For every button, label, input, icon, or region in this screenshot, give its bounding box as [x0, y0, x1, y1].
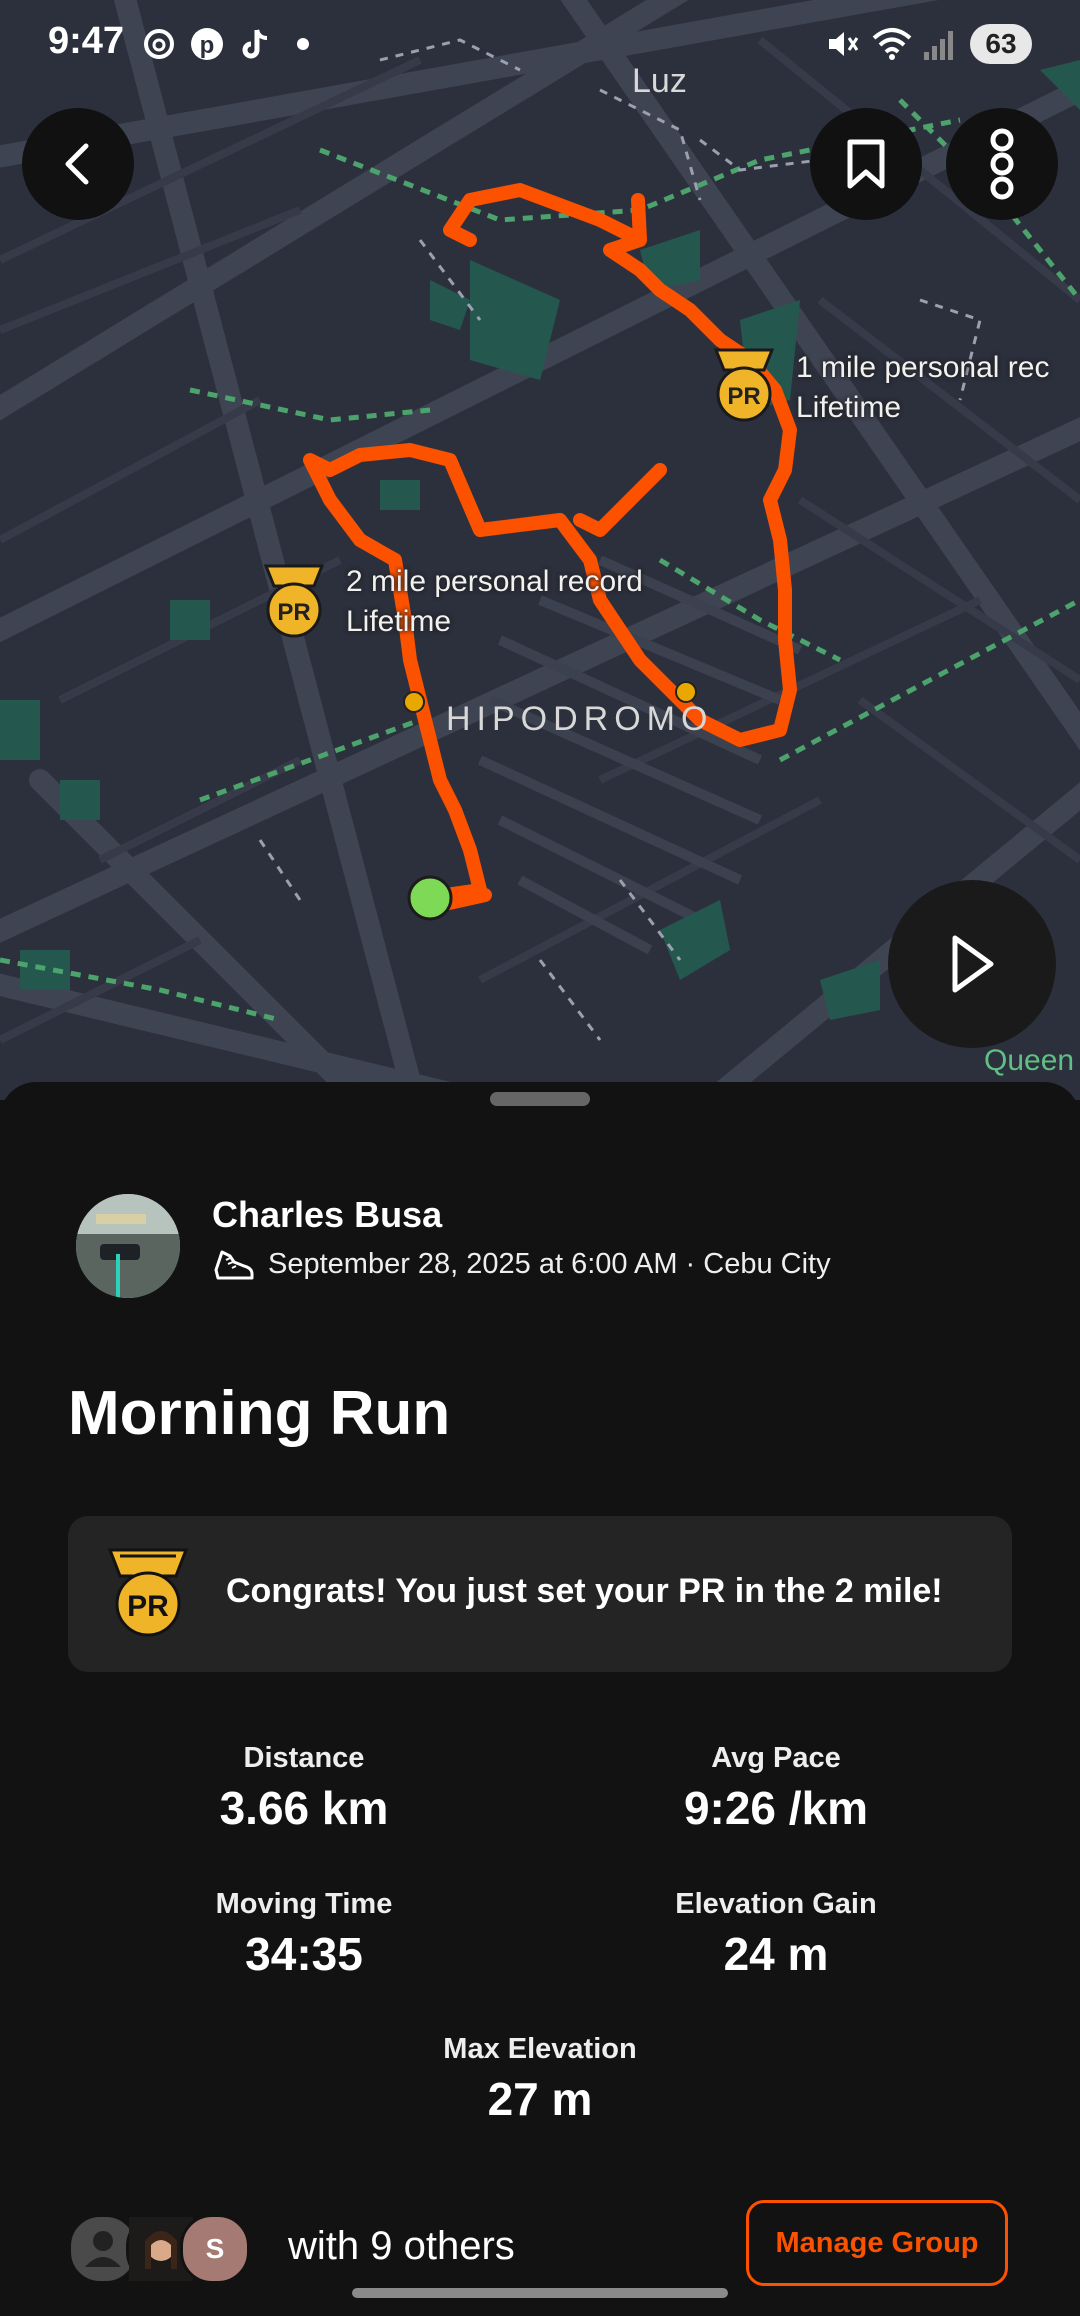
status-time: 9:47 — [48, 20, 125, 62]
stat-avg-pace: Avg Pace 9:26 /km — [576, 1742, 976, 1835]
athlete-avatar[interactable] — [76, 1194, 180, 1298]
activity-details-sheet: Charles Busa September 28, 2025 at 6:00 … — [0, 1082, 1080, 2316]
threads-icon — [140, 26, 178, 64]
svg-text:p: p — [200, 32, 215, 59]
pr-marker-title: 1 mile personal rec — [796, 351, 1050, 384]
stat-elevation-gain: Elevation Gain 24 m — [576, 1888, 976, 1981]
tiktok-icon — [236, 26, 274, 64]
pr-congrats-card[interactable]: PR Congrats! You just set your PR in the… — [68, 1516, 1012, 1672]
group-with-others[interactable]: with 9 others — [288, 2224, 515, 2269]
stat-value: 3.66 km — [219, 1782, 389, 1834]
signal-icon — [920, 26, 958, 64]
bookmark-button[interactable] — [810, 108, 922, 220]
pinterest-icon: p — [188, 26, 226, 64]
stat-value: 9:26 /km — [683, 1782, 869, 1834]
pr-medal-icon: PR — [107, 1548, 189, 1637]
pr-congrats-text: Congrats! You just set your PR in the 2 … — [226, 1572, 943, 1610]
pr-marker-subtitle: Lifetime — [346, 605, 452, 638]
svg-text:PR: PR — [127, 1590, 169, 1623]
stat-label: Max Elevation — [443, 2033, 637, 2065]
athlete-name[interactable]: Charles Busa — [212, 1194, 442, 1236]
home-indicator[interactable] — [352, 2288, 728, 2298]
chevron-left-icon — [65, 143, 89, 185]
back-button[interactable] — [22, 108, 134, 220]
stat-value: 27 m — [487, 2073, 593, 2125]
more-options-button[interactable] — [946, 108, 1058, 220]
pr-marker-label-1: 1 mile personal rec Lifetime — [796, 348, 1049, 428]
pr-marker-label-2: 2 mile personal record Lifetime — [346, 562, 643, 642]
pr-medal-icon[interactable]: PR — [262, 564, 326, 640]
mute-icon — [824, 26, 862, 64]
activity-title: Morning Run — [68, 1379, 451, 1448]
stat-label: Elevation Gain — [675, 1888, 877, 1920]
stat-value: 24 m — [723, 1928, 829, 1980]
run-shoe-icon — [214, 1250, 254, 1280]
group-avatar-initial[interactable]: S — [180, 2214, 250, 2284]
manage-group-button[interactable]: Manage Group — [746, 2200, 1008, 2286]
stat-label: Avg Pace — [711, 1742, 841, 1774]
stat-value: 34:35 — [245, 1928, 363, 1980]
stat-max-elevation: Max Elevation 27 m — [340, 2033, 740, 2126]
play-flyover-button[interactable] — [888, 880, 1056, 1048]
group-activity-row: S with 9 others Manage Group — [0, 2200, 1080, 2290]
more-vertical-icon — [990, 128, 1014, 200]
activity-date-location: September 28, 2025 at 6:00 AM · Cebu Cit… — [268, 1247, 831, 1280]
pr-marker-subtitle: Lifetime — [796, 391, 902, 424]
stat-label: Distance — [243, 1742, 365, 1774]
avatar-photo — [76, 1194, 180, 1298]
pr-medal-icon[interactable]: PR — [712, 348, 776, 424]
battery-indicator: 63 — [970, 24, 1032, 64]
status-bar: 9:47 p 63 — [0, 0, 1080, 90]
svg-text:PR: PR — [277, 599, 310, 626]
stat-label: Moving Time — [215, 1888, 393, 1920]
start-marker — [407, 875, 453, 921]
wifi-icon — [872, 26, 912, 64]
sheet-drag-handle[interactable] — [490, 1092, 590, 1106]
map-place-hipodromo: HIPODROMO — [446, 700, 714, 738]
pr-marker-title: 2 mile personal record — [346, 565, 643, 598]
split-marker — [403, 691, 425, 713]
dot-icon — [284, 26, 322, 64]
stat-moving-time: Moving Time 34:35 — [104, 1888, 504, 1981]
split-marker — [675, 681, 697, 703]
stat-distance: Distance 3.66 km — [104, 1742, 504, 1835]
bookmark-icon — [847, 139, 885, 189]
map-place-queen: Queen — [984, 1044, 1075, 1077]
play-icon — [952, 935, 994, 993]
svg-text:PR: PR — [727, 383, 760, 410]
activity-meta: September 28, 2025 at 6:00 AM · Cebu Cit… — [212, 1244, 831, 1284]
